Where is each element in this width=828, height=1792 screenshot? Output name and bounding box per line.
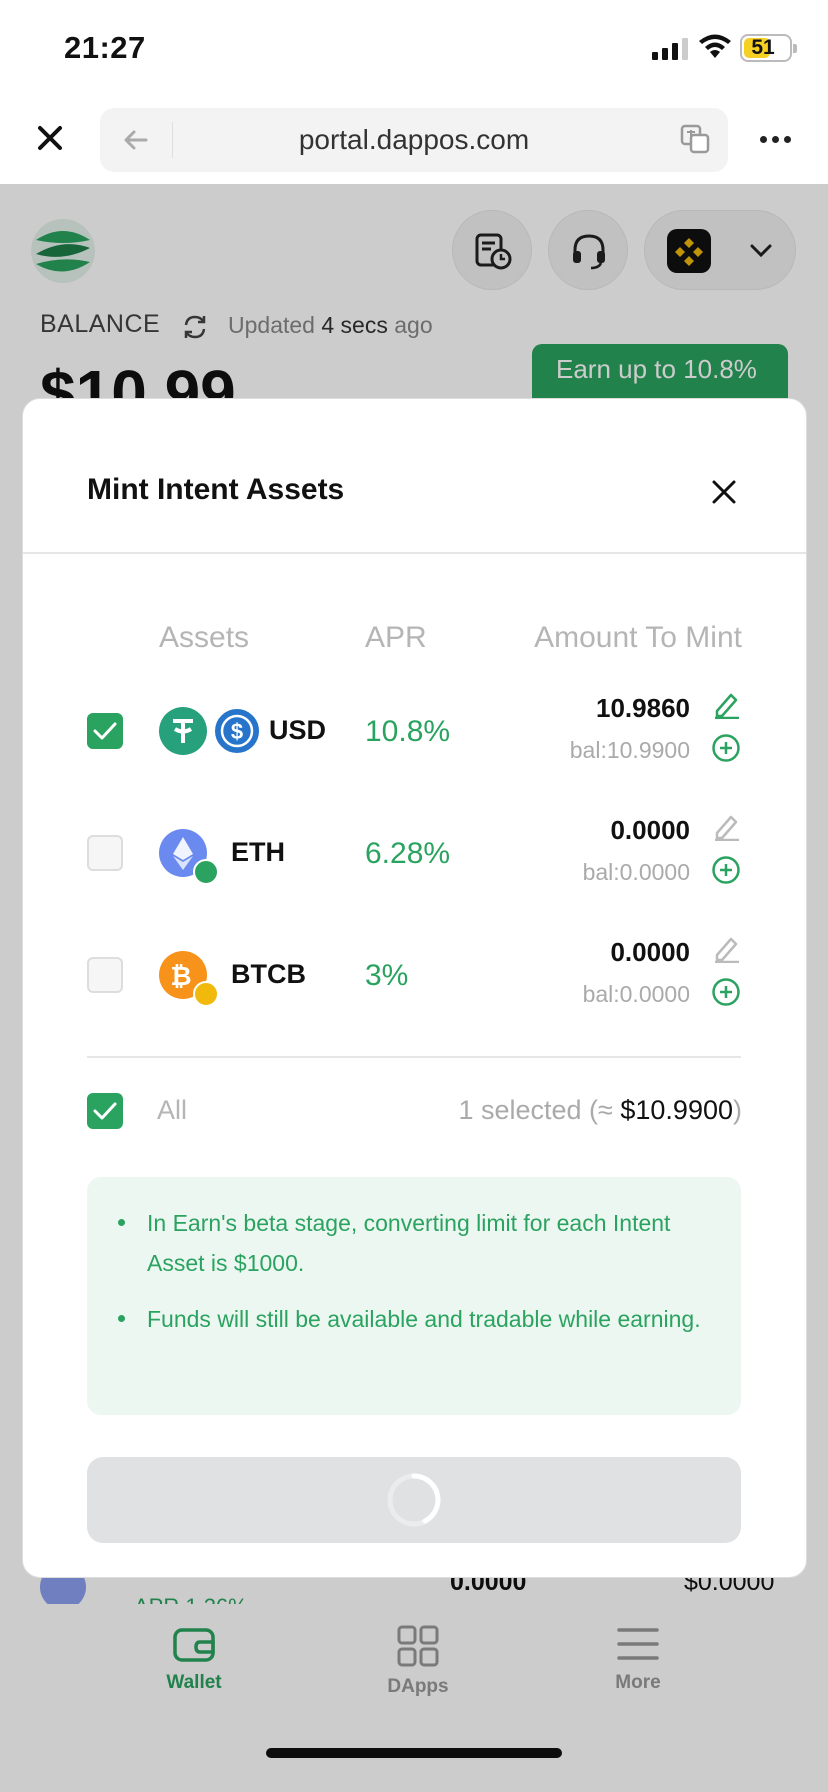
asset-balance: bal:0.0000	[582, 859, 690, 885]
check-icon	[93, 722, 117, 740]
url-text: portal.dappos.com	[298, 124, 530, 155]
asset-symbol: ETH	[231, 837, 285, 867]
url-bar[interactable]: portal.dappos.com	[100, 108, 728, 172]
asset-apr: 3%	[365, 959, 409, 992]
divider	[87, 1056, 741, 1058]
close-icon[interactable]	[709, 477, 739, 507]
amount-to-mint[interactable]: 0.0000	[610, 937, 690, 968]
dappos-badge-icon	[193, 859, 219, 885]
edit-icon[interactable]	[711, 811, 741, 841]
modal-title: Mint Intent Assets	[87, 473, 345, 506]
selected-summary: 1 selected (≈ $10.9900)	[458, 1095, 742, 1125]
wifi-icon	[699, 34, 731, 58]
plus-icon[interactable]	[711, 733, 741, 763]
cellular-signal-icon	[652, 38, 688, 60]
info-note: In Earn's beta stage, converting limit f…	[118, 1203, 705, 1283]
amount-to-mint[interactable]: 0.0000	[610, 815, 690, 846]
status-bar: 21:27 51	[0, 0, 828, 100]
asset-row-eth: ETH 6.28% 0.0000 bal:0.0000	[23, 801, 806, 901]
check-icon	[93, 1102, 117, 1120]
plus-icon[interactable]	[711, 855, 741, 885]
close-icon[interactable]	[34, 122, 66, 154]
asset-balance: bal:10.9900	[569, 737, 690, 763]
plus-icon[interactable]	[711, 977, 741, 1007]
amount-to-mint[interactable]: 10.9860	[596, 693, 690, 724]
battery-level: 51	[751, 36, 775, 59]
more-options-icon[interactable]	[760, 136, 791, 143]
edit-icon[interactable]	[711, 933, 741, 963]
divider	[23, 552, 806, 554]
mint-submit-button[interactable]	[87, 1457, 741, 1543]
all-label: All	[157, 1095, 188, 1125]
asset-balance: bal:0.0000	[582, 981, 690, 1007]
battery-icon: 51	[740, 34, 797, 62]
checkbox-btcb[interactable]	[87, 957, 123, 993]
checkbox-usd[interactable]	[87, 713, 123, 749]
asset-row-btcb: ₿ BTCB 3% 0.0000 bal:0.0000	[23, 923, 806, 1023]
asset-apr: 10.8%	[365, 715, 451, 748]
bnb-badge-icon	[193, 981, 219, 1007]
asset-row-usd: $ USD 10.8% 10.9860 bal:10.9900	[23, 679, 806, 779]
back-arrow-icon[interactable]	[122, 126, 150, 154]
column-header-apr: APR	[365, 621, 427, 654]
column-header-assets: Assets	[159, 621, 250, 654]
info-note: Funds will still be available and tradab…	[118, 1299, 705, 1339]
browser-bar: portal.dappos.com	[0, 100, 828, 184]
edit-icon[interactable]	[711, 689, 741, 719]
translate-icon[interactable]	[680, 124, 710, 154]
svg-text:₿: ₿	[170, 961, 191, 991]
asset-symbol: USD	[269, 715, 327, 745]
usdt-icon	[159, 707, 207, 755]
loading-spinner-icon	[387, 1473, 441, 1527]
column-header-amount: Amount To Mint	[534, 621, 742, 654]
asset-symbol: BTCB	[231, 959, 306, 989]
checkbox-eth[interactable]	[87, 835, 123, 871]
asset-apr: 6.28%	[365, 837, 451, 870]
info-notes: In Earn's beta stage, converting limit f…	[87, 1177, 741, 1415]
checkbox-all[interactable]	[87, 1093, 123, 1129]
status-time: 21:27	[64, 30, 146, 65]
usdc-icon: $	[213, 707, 261, 755]
mint-intent-assets-modal: Mint Intent Assets Assets APR Amount To …	[22, 398, 807, 1578]
svg-text:$: $	[231, 719, 243, 744]
